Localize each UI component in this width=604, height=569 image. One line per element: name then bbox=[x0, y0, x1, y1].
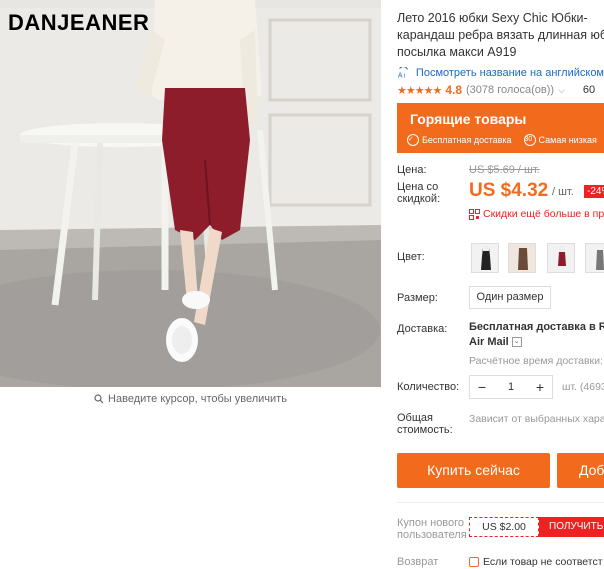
magnifier-icon bbox=[94, 394, 104, 404]
hot-deals-banner[interactable]: Горящие товары ✓ Бесплатная доставка 30 … bbox=[397, 103, 604, 153]
returns-policy[interactable]: Если товар не соответст bbox=[469, 556, 603, 568]
rating-row: ★★★★★ 4.8 (3078 голоса(ов)) ⌵ 60 bbox=[397, 83, 604, 97]
color-option-grey[interactable] bbox=[585, 243, 604, 273]
chevron-down-icon[interactable]: ⌵ bbox=[558, 85, 565, 96]
hot-deals-title: Горящие товары bbox=[410, 111, 527, 127]
quantity-input[interactable]: 1 bbox=[508, 381, 514, 393]
truck-icon: ✓ bbox=[407, 134, 419, 146]
shipping-method-value[interactable]: Air Mail bbox=[469, 336, 509, 348]
price-unit: / шт. bbox=[552, 186, 574, 198]
current-price: US $4.32 bbox=[469, 180, 549, 201]
color-label: Цвет: bbox=[397, 251, 425, 263]
translate-icon: A i bbox=[398, 67, 408, 79]
rating-score: 4.8 bbox=[445, 83, 462, 97]
svg-text:A: A bbox=[398, 72, 403, 79]
color-option-black[interactable] bbox=[471, 243, 499, 273]
lowest-price-badge: 30 Самая низкая bbox=[523, 134, 597, 146]
price-tag-icon: 30 bbox=[523, 134, 536, 146]
buy-now-button[interactable]: Купить сейчас bbox=[397, 453, 550, 488]
product-photo bbox=[0, 0, 381, 387]
discount-badge: -24% bbox=[584, 185, 604, 198]
old-price: US $5.69 / шт. bbox=[469, 164, 540, 176]
add-to-cart-button[interactable]: Доб bbox=[557, 453, 604, 488]
product-info-panel: Лето 2016 юбки Sexy Chic Юбки-карандаш р… bbox=[397, 0, 604, 569]
lowest-price-label: Самая низкая bbox=[538, 135, 597, 145]
product-main-image[interactable]: DANJEANER bbox=[0, 0, 381, 387]
total-value: Зависит от выбранных хара bbox=[469, 413, 604, 425]
coupon-label: Купон нового пользователя bbox=[397, 517, 467, 541]
rating-votes[interactable]: (3078 голоса(ов)) bbox=[466, 84, 554, 96]
zoom-hint: Наведите курсор, чтобы увеличить bbox=[0, 393, 381, 405]
promo-link[interactable]: Скидки ещё больше в пр bbox=[469, 208, 604, 220]
shipping-free: Бесплатная доставка в Ru bbox=[469, 321, 604, 333]
rating-stars-icon: ★★★★★ bbox=[397, 84, 442, 97]
discount-price-label: Цена со скидкой: bbox=[397, 181, 441, 205]
translate-link[interactable]: A i Посмотреть название на английском bbox=[397, 67, 604, 79]
free-shipping-badge: ✓ Бесплатная доставка bbox=[407, 134, 512, 146]
hot-deals-badges: ✓ Бесплатная доставка 30 Самая низкая bbox=[407, 134, 597, 146]
shipping-method-select[interactable]: Air Mail ⌄ bbox=[469, 336, 522, 348]
qr-code-icon bbox=[469, 208, 480, 220]
promo-text[interactable]: Скидки ещё больше в пр bbox=[483, 208, 604, 220]
translate-link-text[interactable]: Посмотреть название на английском bbox=[416, 67, 604, 79]
total-label: Общая стоимость: bbox=[397, 412, 453, 436]
brand-watermark: DANJEANER bbox=[8, 10, 150, 35]
returns-label: Возврат bbox=[397, 556, 439, 568]
coupon-amount: US $2.00 bbox=[469, 517, 539, 537]
svg-text:i: i bbox=[404, 72, 405, 79]
shipping-label: Доставка: bbox=[397, 323, 448, 335]
product-title: Лето 2016 юбки Sexy Chic Юбки-карандаш р… bbox=[397, 11, 604, 59]
color-option-red[interactable] bbox=[547, 243, 575, 273]
divider bbox=[397, 502, 604, 503]
zoom-hint-text: Наведите курсор, чтобы увеличить bbox=[108, 393, 287, 405]
size-label: Размер: bbox=[397, 292, 438, 304]
orders-count: 60 bbox=[582, 84, 596, 96]
color-option-brown[interactable] bbox=[508, 243, 536, 273]
pieces-available: шт. (4693 bbox=[562, 381, 604, 393]
chevron-down-icon[interactable]: ⌄ bbox=[511, 337, 522, 347]
price-label: Цена: bbox=[397, 164, 427, 176]
quantity-label: Количество: bbox=[397, 381, 460, 393]
quantity-plus-button[interactable]: + bbox=[534, 379, 546, 395]
returns-text[interactable]: Если товар не соответст bbox=[483, 556, 603, 568]
shipping-time: Расчётное время доставки: bbox=[469, 355, 603, 367]
quantity-stepper[interactable]: − 1 + bbox=[469, 375, 553, 399]
quantity-minus-button[interactable]: − bbox=[476, 379, 488, 395]
coupon-get-button[interactable]: ПОЛУЧИТЬ bbox=[539, 517, 604, 537]
free-shipping-label: Бесплатная доставка bbox=[422, 135, 512, 145]
shield-icon bbox=[469, 557, 479, 567]
size-option-one-size[interactable]: Один размер bbox=[469, 286, 551, 309]
